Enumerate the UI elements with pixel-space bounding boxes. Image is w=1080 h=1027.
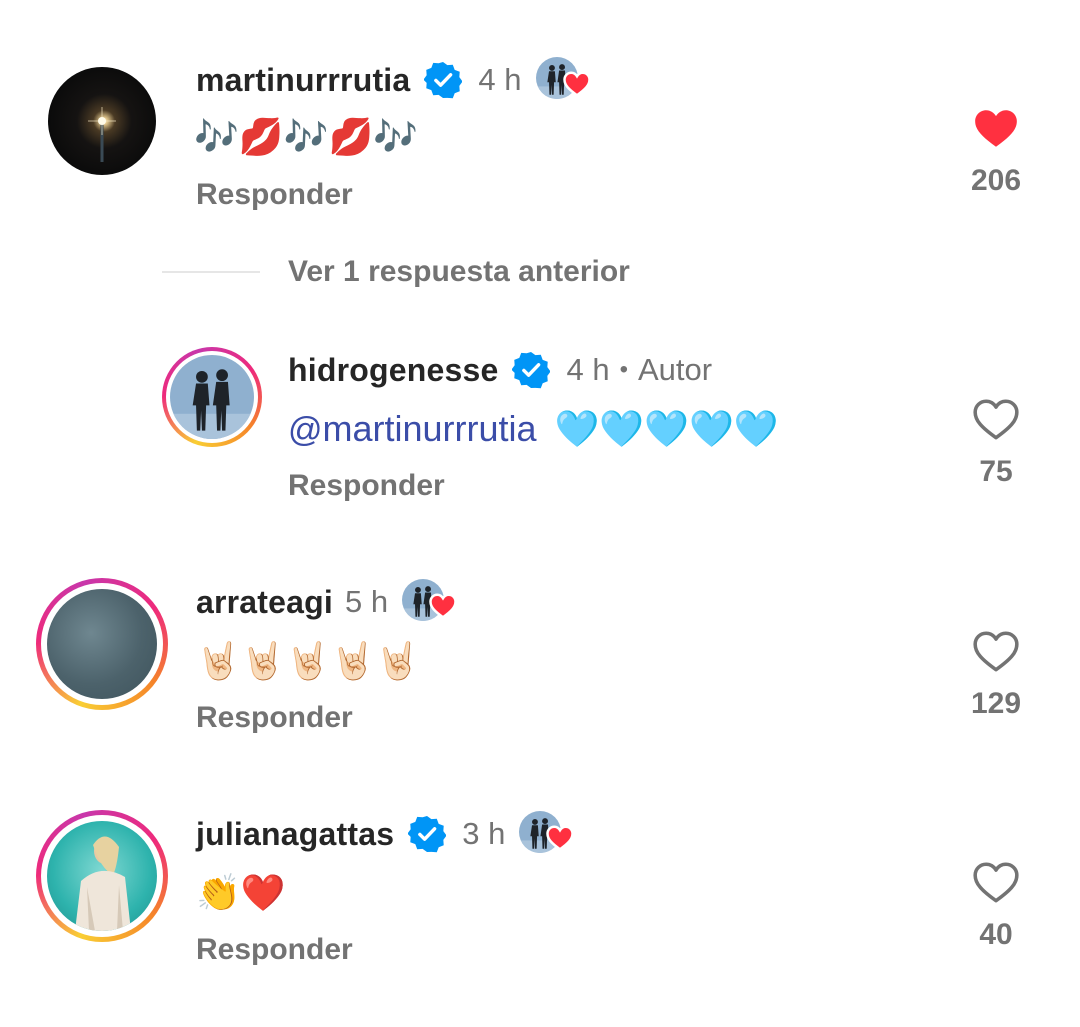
comment-text: 🩵🩵🩵🩵🩵 bbox=[554, 408, 779, 449]
reply-button[interactable]: Responder bbox=[196, 178, 353, 212]
comment-text: 🤘🏻🤘🏻🤘🏻🤘🏻🤘🏻 bbox=[196, 640, 421, 681]
like-count: 206 bbox=[970, 164, 1022, 197]
author-liked-icon bbox=[402, 579, 456, 625]
username[interactable]: julianagattas bbox=[196, 816, 394, 853]
heart-outline-icon[interactable] bbox=[971, 395, 1021, 445]
comment-text-container: @martinurrrutia 🩵🩵🩵🩵🩵 bbox=[288, 404, 779, 455]
author-label: Autor bbox=[637, 352, 713, 387]
like-control: 40 bbox=[951, 858, 1041, 952]
timestamp: 5 h bbox=[345, 584, 389, 619]
avatar[interactable] bbox=[36, 578, 168, 710]
avatar[interactable] bbox=[162, 347, 262, 447]
mention-link[interactable]: @martinurrrutia bbox=[288, 408, 537, 449]
timestamp: 4 h bbox=[478, 62, 522, 97]
like-count: 75 bbox=[979, 455, 1013, 488]
username[interactable]: arrateagi bbox=[196, 584, 333, 621]
verified-badge-icon bbox=[408, 815, 446, 853]
heart-outline-icon[interactable] bbox=[971, 858, 1021, 908]
mention-username: martinurrrutia bbox=[322, 408, 537, 449]
view-previous-replies[interactable]: Ver 1 respuesta anterior bbox=[288, 255, 630, 289]
like-control: 129 bbox=[951, 627, 1041, 721]
username[interactable]: hidrogenesse bbox=[288, 352, 498, 389]
verified-badge-icon bbox=[424, 61, 462, 99]
avatar[interactable] bbox=[36, 810, 168, 942]
author-liked-icon bbox=[519, 811, 573, 857]
mention-symbol: @ bbox=[288, 411, 323, 449]
like-control: 75 bbox=[951, 395, 1041, 489]
like-control: 206 bbox=[951, 104, 1041, 198]
thread-divider bbox=[162, 271, 260, 273]
heart-outline-icon[interactable] bbox=[971, 627, 1021, 677]
separator-dot: • bbox=[619, 356, 628, 383]
reply-button[interactable]: Responder bbox=[196, 701, 353, 735]
username[interactable]: martinurrrutia bbox=[196, 62, 410, 99]
timestamp: 3 h bbox=[462, 816, 506, 851]
comment-text: 🎶💋🎶💋🎶 bbox=[194, 116, 419, 157]
avatar[interactable] bbox=[48, 67, 156, 175]
comment-text: 👏❤️ bbox=[196, 872, 286, 913]
reply-button[interactable]: Responder bbox=[288, 469, 445, 503]
timestamp: 4 h bbox=[566, 352, 610, 387]
like-count: 40 bbox=[979, 918, 1013, 951]
like-count: 129 bbox=[970, 687, 1022, 720]
reply-button[interactable]: Responder bbox=[196, 933, 353, 967]
author-liked-icon bbox=[536, 57, 590, 103]
heart-filled-icon[interactable] bbox=[971, 104, 1021, 154]
verified-badge-icon bbox=[512, 351, 550, 389]
